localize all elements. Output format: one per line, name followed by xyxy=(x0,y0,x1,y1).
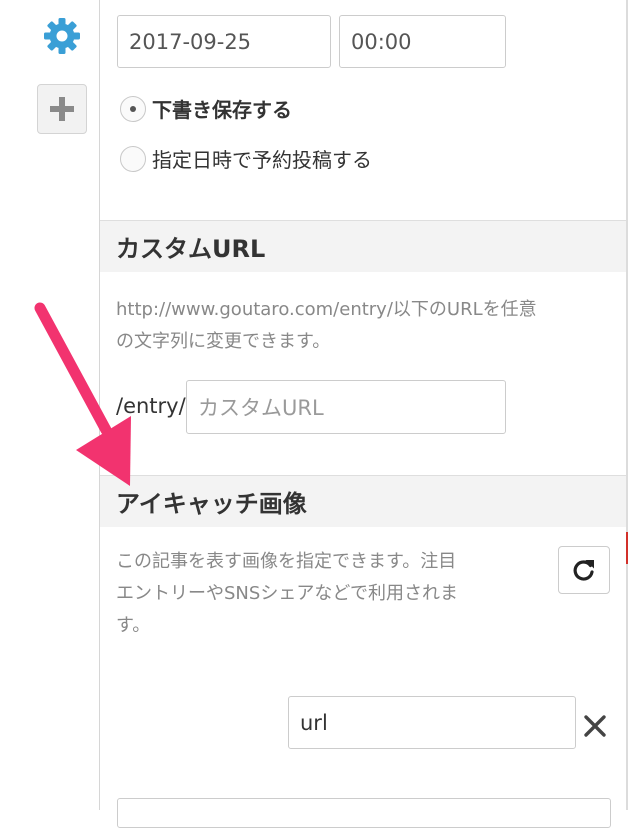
time-input[interactable]: 00:00 xyxy=(339,15,506,68)
annotation-arrow xyxy=(34,302,131,486)
add-button[interactable] xyxy=(37,84,87,134)
radio-draft-label: 下書き保存する xyxy=(152,98,292,122)
eyecatch-description-line1: この記事を表す画像を指定できます。注目 xyxy=(116,551,457,572)
eyecatch-description-line2: エントリーやSNSシェアなどで利用されま xyxy=(116,583,458,604)
radio-option-draft[interactable]: 下書き保存する xyxy=(120,94,292,123)
custom-url-heading: カスタムURL xyxy=(100,220,626,272)
radio-scheduled[interactable] xyxy=(120,145,146,172)
custom-url-description-line1: http://www.goutaro.com/entry/以下のURLを任意 xyxy=(116,299,537,320)
custom-url-description-line2: の文字列に変更できます。 xyxy=(116,331,331,352)
radio-option-scheduled[interactable]: 指定日時で予約投稿する xyxy=(120,144,372,173)
custom-url-input[interactable]: カスタムURL xyxy=(186,380,506,434)
refresh-button[interactable] xyxy=(558,546,610,594)
radio-draft[interactable] xyxy=(120,95,146,122)
refresh-icon xyxy=(573,560,594,581)
gear-icon[interactable] xyxy=(42,16,82,56)
settings-panel: 2017-09-25 00:00 下書き保存する 指定日時で予約投稿する カスタ… xyxy=(100,0,626,828)
plus-icon xyxy=(50,97,74,121)
eyecatch-url-input[interactable]: url xyxy=(288,696,576,749)
next-field[interactable] xyxy=(117,798,611,828)
radio-scheduled-label: 指定日時で予約投稿する xyxy=(152,148,372,172)
eyecatch-description-line3: す。 xyxy=(116,615,151,636)
date-input[interactable]: 2017-09-25 xyxy=(117,15,331,68)
eyecatch-heading: アイキャッチ画像 xyxy=(100,475,626,527)
close-icon[interactable] xyxy=(580,708,610,742)
